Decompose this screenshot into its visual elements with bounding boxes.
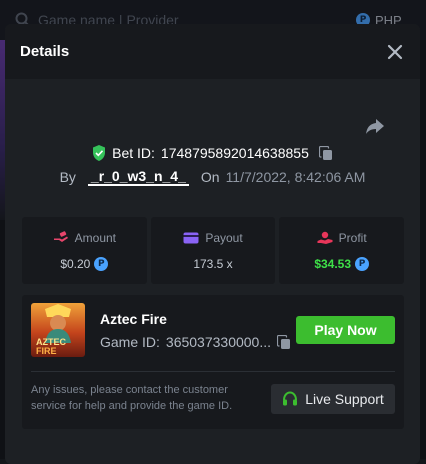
play-now-button[interactable]: Play Now bbox=[296, 316, 395, 344]
copy-icon[interactable] bbox=[318, 145, 333, 161]
username-link[interactable]: _r_0_w3_n_4_ bbox=[87, 168, 189, 186]
game-name: Aztec Fire bbox=[100, 311, 167, 327]
bet-id-label: Bet ID: bbox=[112, 145, 155, 161]
details-modal: Details Bet ID: 1748795892014638855 By _… bbox=[5, 24, 420, 464]
copy-icon[interactable] bbox=[277, 334, 291, 350]
game-thumbnail[interactable]: AZTEC FIRE bbox=[31, 303, 85, 357]
bet-datetime: 11/7/2022, 8:42:06 AM bbox=[225, 169, 366, 185]
amount-icon bbox=[53, 231, 68, 242]
profit-label: Profit bbox=[338, 231, 367, 245]
game-id-value: 365037330000... bbox=[165, 334, 272, 350]
support-message: Any issues, please contact the customer … bbox=[31, 384, 233, 412]
live-support-label: Live Support bbox=[305, 391, 384, 407]
amount-value: $0.20 bbox=[60, 257, 91, 271]
bet-id-row: Bet ID: 1748795892014638855 bbox=[5, 142, 420, 164]
share-icon[interactable] bbox=[364, 115, 386, 137]
modal-title: Details bbox=[20, 43, 70, 60]
by-label: By bbox=[59, 169, 76, 185]
coin-icon: P bbox=[94, 257, 109, 271]
headset-icon bbox=[283, 391, 298, 406]
bet-id-value: 1748795892014638855 bbox=[160, 145, 309, 161]
coin-icon: P bbox=[355, 257, 370, 271]
game-card: AZTEC FIRE Aztec Fire Game ID: 365037330… bbox=[22, 295, 404, 429]
divider bbox=[31, 371, 395, 372]
shield-check-icon bbox=[93, 145, 106, 161]
close-icon[interactable] bbox=[385, 42, 405, 62]
thumbnail-title-2: FIRE bbox=[36, 346, 57, 356]
game-id-row: Game ID: 365037330000... bbox=[100, 334, 291, 350]
game-id-label: Game ID: bbox=[100, 334, 160, 350]
live-support-button[interactable]: Live Support bbox=[271, 384, 395, 414]
profit-value: $34.53 bbox=[314, 257, 352, 271]
stat-payout: Payout 173.5 x bbox=[150, 217, 276, 284]
stat-amount: Amount $0.20 P bbox=[22, 217, 147, 284]
stat-profit: Profit $34.53 P bbox=[279, 217, 405, 284]
modal-header: Details bbox=[5, 24, 420, 79]
payout-card-icon bbox=[183, 232, 199, 244]
payout-value: 173.5 x bbox=[193, 257, 233, 271]
amount-label: Amount bbox=[74, 231, 117, 245]
payout-label: Payout bbox=[205, 231, 243, 245]
on-label: On bbox=[200, 169, 220, 185]
bet-meta-row: By _r_0_w3_n_4_ On 11/7/2022, 8:42:06 AM bbox=[5, 166, 420, 188]
bet-stats: Amount $0.20 P Payout 173.5 x Profit $34… bbox=[22, 217, 405, 284]
profit-hand-icon bbox=[317, 231, 333, 244]
